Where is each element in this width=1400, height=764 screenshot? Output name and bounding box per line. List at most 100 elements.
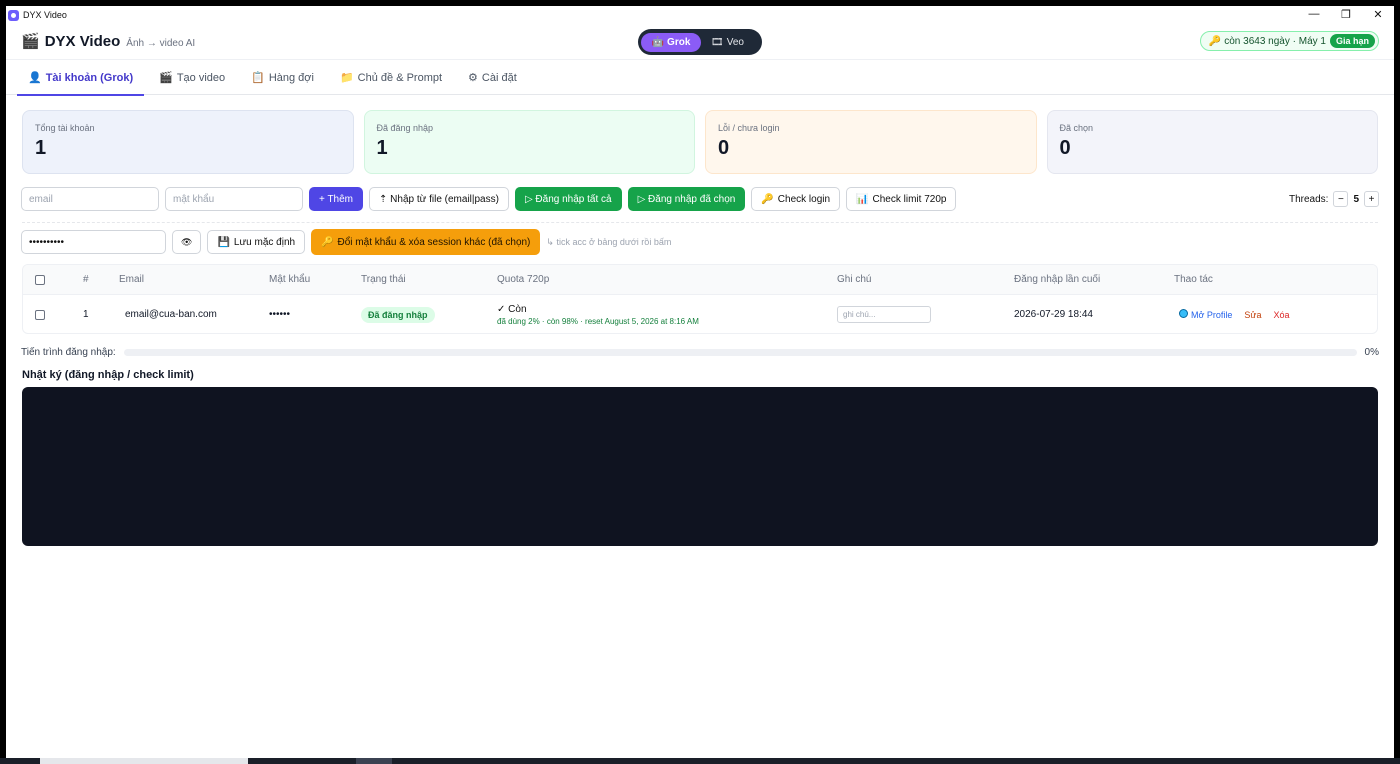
user-icon: 👤 [28,72,42,84]
app-logo-icon [8,9,19,21]
log-console[interactable] [22,387,1378,546]
folder-icon: 📁 [339,72,354,84]
password-toolbar: •••••••••• 👁 💾 Lưu mặc định 🔑 Đổi mật kh… [21,229,671,255]
stat-selected: Đã chọn 0 [1046,110,1378,174]
row-email: email@cua-ban.com [125,309,217,320]
gear-icon: ⚙ [468,72,478,84]
key-icon: 🔑 [761,193,774,205]
change-password-button[interactable]: 🔑 Đổi mật khẩu & xóa session khác (đã ch… [311,229,541,255]
engine-grok-button[interactable]: 🤖 Grok [641,32,701,52]
taskbar-app[interactable] [356,758,392,764]
window-title: DYX Video [23,10,67,20]
default-password-input[interactable]: •••••••••• [21,230,166,254]
app-header: 🎬 DYX Video Ảnh → video AI 🤖 Grok 🎞 Veo … [6,24,1394,60]
progress-bar [123,348,1357,356]
stats-row: Tổng tài khoản 1 Đã đăng nhập 1 Lỗi / ch… [22,110,1378,174]
login-all-button[interactable]: ▷ Đăng nhập tất cả [514,187,622,211]
brand: 🎬 DYX Video Ảnh → video AI [21,32,195,50]
column-header-email: Email [119,274,145,285]
column-header-status: Trạng thái [361,274,406,285]
stat-logged-in: Đã đăng nhập 1 [363,110,695,174]
email-input[interactable]: email [21,187,159,211]
select-all-checkbox[interactable] [35,274,45,285]
delete-link[interactable]: Xóa [1273,310,1289,320]
note-input[interactable]: ghi chú... [837,306,931,323]
threads-label: Threads: [1288,193,1329,205]
brand-subtitle: Ảnh → video AI [126,38,196,49]
eye-icon: 👁 [181,236,193,247]
floppy-disk-icon: 💾 [217,236,230,248]
check-login-button[interactable]: 🔑 Check login [751,187,841,211]
password-input[interactable]: mật khẩu [165,187,303,211]
open-profile-link[interactable]: Mở Profile [1179,309,1232,320]
tab-accounts[interactable]: 👤 Tài khoản (Grok) [17,60,145,96]
table-header: # Email Mật khẩu Trạng thái Quota 720p G… [23,265,1377,295]
tab-queue[interactable]: 📋 Hàng đợi [240,60,325,95]
row-last-login: 2026-07-29 18:44 [1014,309,1093,320]
renew-button[interactable]: Gia hạn [1329,34,1375,48]
threads-control: Threads: − 5 + [1289,191,1379,207]
column-header-last-login: Đăng nhập lần cuối [1014,274,1101,285]
row-checkbox-cell [35,295,45,333]
key-icon: 🔑 [321,236,334,248]
row-quota: ✓ Còn đã dùng 2% · còn 98% · reset Augus… [497,295,699,333]
tab-bar: 👤 Tài khoản (Grok) 🎬 Tạo video 📋 Hàng đợ… [6,60,1394,96]
film-icon: 🎞 [711,36,724,48]
progress-percent: 0% [1364,346,1379,358]
row-checkbox[interactable] [35,309,45,320]
tab-create-video[interactable]: 🎬 Tạo video [148,60,236,95]
table-row: 1 email@cua-ban.com •••••• Đã đăng nhập … [23,295,1377,333]
globe-icon [1179,309,1188,318]
threads-decrement-button[interactable]: − [1333,191,1349,207]
edit-link[interactable]: Sửa [1244,310,1261,320]
taskbar-search[interactable] [40,758,248,764]
stat-errors: Lỗi / chưa login 0 [705,110,1037,174]
column-header-quota: Quota 720p [497,274,550,285]
robot-icon: 🤖 [651,36,665,48]
license-badge: 🔑 còn 3643 ngày · Máy 1 Gia hạn [1199,31,1379,51]
toggle-password-visibility-button[interactable]: 👁 [172,230,202,254]
add-account-button[interactable]: + Thêm [309,187,363,211]
stat-total-accounts: Tổng tài khoản 1 [22,110,354,174]
column-header-actions: Thao tác [1174,274,1213,285]
quota-detail: đã dùng 2% · còn 98% · reset August 5, 2… [497,316,699,326]
engine-veo-button[interactable]: 🎞 Veo [701,33,754,52]
row-index: 1 [83,309,89,320]
progress-label: Tiến trình đăng nhập: [21,346,116,358]
title-bar: DYX Video — ❐ ✕ [6,6,1394,24]
login-progress: Tiến trình đăng nhập: 0% [21,345,1379,359]
check-limit-button[interactable]: 📊 Check limit 720p [846,187,957,211]
quota-status: ✓ Còn [497,303,527,315]
clapperboard-icon: 🎬 [21,33,40,50]
login-selected-button[interactable]: ▷ Đăng nhập đã chọn [627,187,746,211]
change-password-hint: ↳ tick acc ở bảng dưới rồi bấm [546,236,672,247]
column-header-note: Ghi chú [837,274,872,285]
account-toolbar: email mật khẩu + Thêm ⇡ Nhập từ file (em… [21,187,1379,211]
row-note-cell: ghi chú... [837,295,931,333]
license-text: còn 3643 ngày · Máy 1 [1224,35,1326,47]
robot-icon: 🎬 [159,72,173,84]
taskbar [0,758,1400,764]
threads-increment-button[interactable]: + [1364,191,1379,207]
status-badge: Đã đăng nhập [361,306,435,323]
window-controls: — ❐ ✕ [1298,6,1394,22]
row-password: •••••• [269,309,291,320]
minimize-button[interactable]: — [1298,6,1330,22]
log-title: Nhật ký (đăng nhập / check limit) [22,369,194,381]
key-icon: 🔑 [1208,35,1222,47]
bar-chart-icon: 📊 [856,193,869,205]
row-actions: Mở Profile Sửa Xóa [1179,295,1301,333]
tab-settings[interactable]: ⚙ Cài đặt [457,60,528,95]
app-window: DYX Video — ❐ ✕ 🎬 DYX Video Ảnh → video … [6,6,1394,758]
close-button[interactable]: ✕ [1362,6,1394,22]
import-file-button[interactable]: ⇡ Nhập từ file (email|pass) [369,187,509,211]
brand-name: DYX Video [44,33,121,50]
column-header-index: # [83,274,89,285]
clipboard-icon: 📋 [251,72,265,84]
threads-value: 5 [1353,193,1359,205]
tab-topics-prompt[interactable]: 📁 Chủ đề & Prompt [329,60,453,95]
engine-switch: 🤖 Grok 🎞 Veo [638,29,762,55]
save-default-button[interactable]: 💾 Lưu mặc định [207,230,306,254]
restore-button[interactable]: ❐ [1330,6,1362,22]
row-status-cell: Đã đăng nhập [361,295,435,333]
